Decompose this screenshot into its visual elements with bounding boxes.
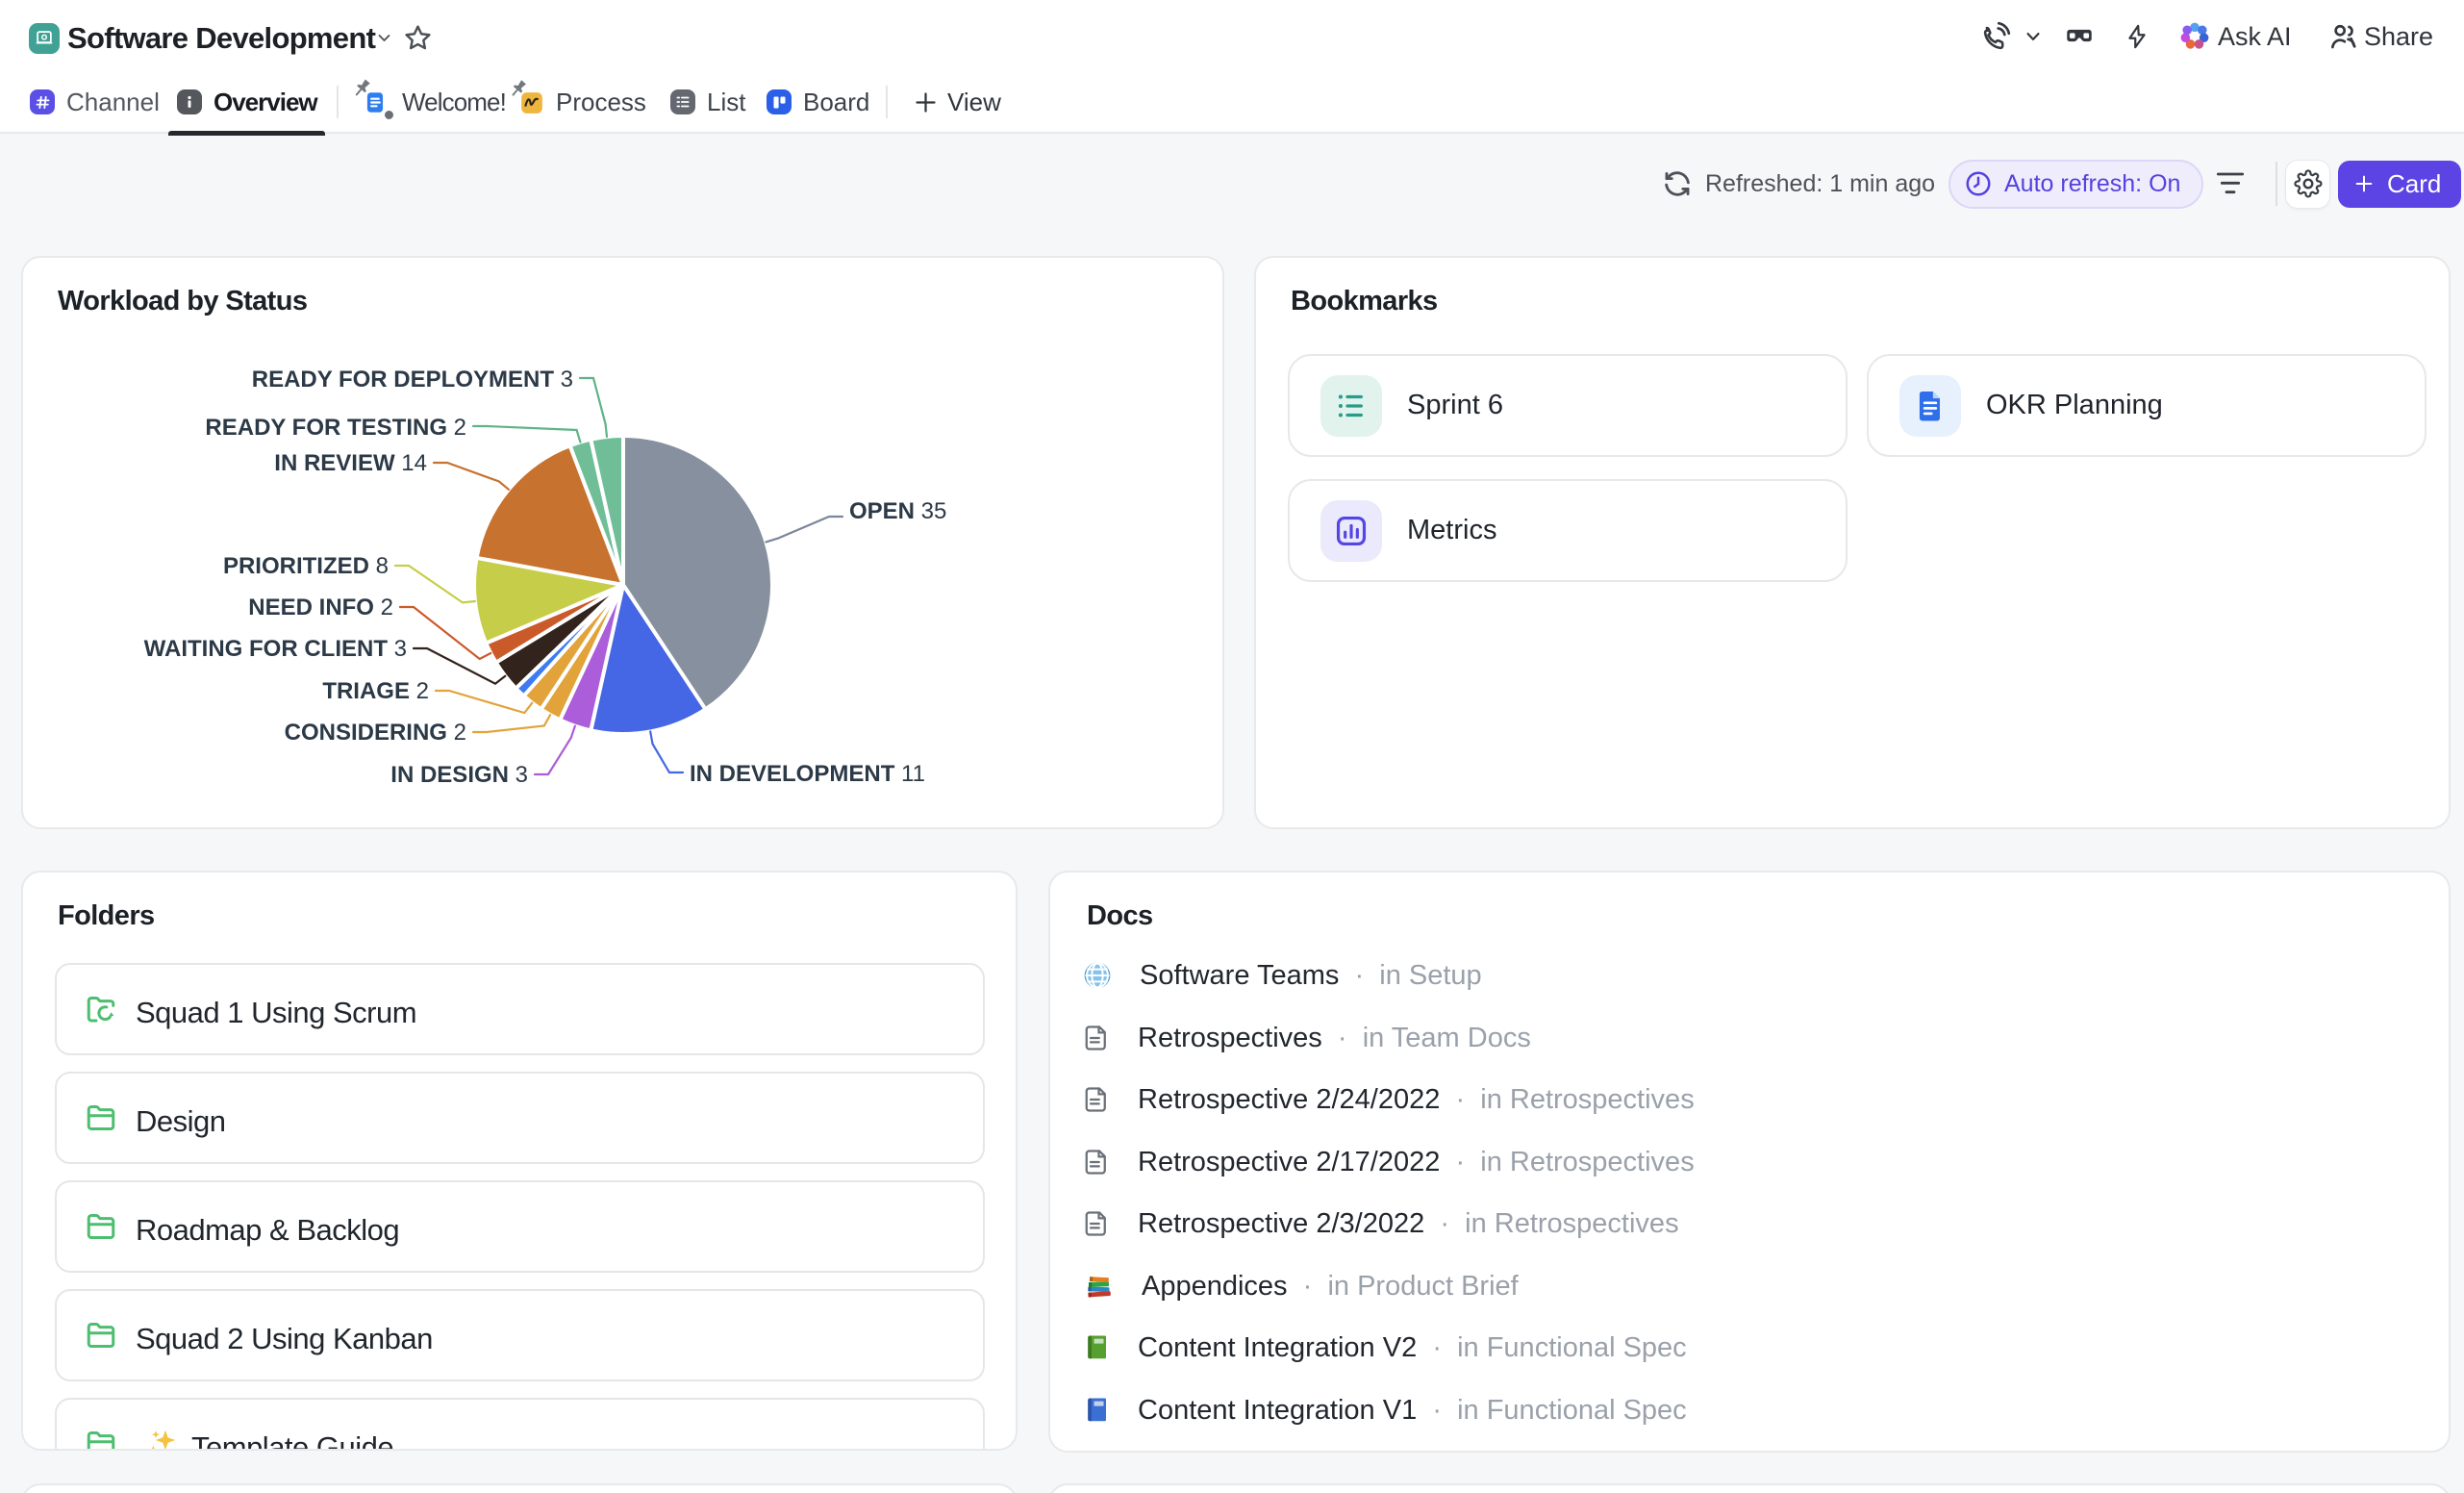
svg-text:OPEN 35: OPEN 35: [849, 498, 946, 524]
svg-text:TRIAGE 2: TRIAGE 2: [322, 678, 429, 704]
svg-text:CONSIDERING 2: CONSIDERING 2: [285, 720, 466, 746]
svg-text:WAITING FOR CLIENT 3: WAITING FOR CLIENT 3: [144, 636, 407, 662]
svg-text:IN DEVELOPMENT 11: IN DEVELOPMENT 11: [690, 761, 925, 787]
svg-text:IN DESIGN 3: IN DESIGN 3: [390, 762, 528, 788]
svg-text:READY FOR TESTING 2: READY FOR TESTING 2: [205, 415, 466, 441]
svg-text:NEED INFO 2: NEED INFO 2: [248, 595, 393, 620]
svg-text:IN REVIEW 14: IN REVIEW 14: [274, 450, 427, 476]
svg-text:PRIORITIZED 8: PRIORITIZED 8: [223, 553, 389, 579]
svg-text:READY FOR DEPLOYMENT 3: READY FOR DEPLOYMENT 3: [252, 367, 573, 392]
